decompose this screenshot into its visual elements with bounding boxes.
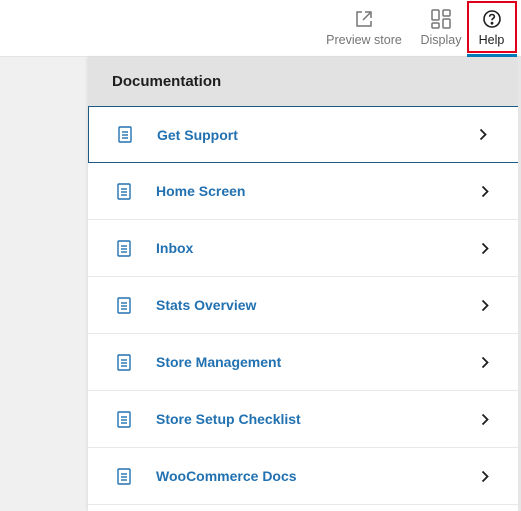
chevron-right-icon [480,469,490,483]
doc-item-store-management[interactable]: Store Management [88,334,520,391]
preview-store-label: Preview store [326,33,402,47]
chevron-right-icon [480,241,490,255]
doc-item-label: Home Screen [156,183,246,199]
doc-item-label: Store Management [156,354,282,370]
doc-item-label: Store Setup Checklist [156,411,301,427]
preview-store-button[interactable]: Preview store [322,0,406,57]
display-label: Display [420,33,462,47]
doc-item-get-support[interactable]: Get Support [88,106,519,163]
doc-item-store-setup-checklist[interactable]: Store Setup Checklist [88,391,520,448]
doc-item-label: Inbox [156,240,194,256]
doc-item-label: Get Support [157,126,238,143]
chevron-right-icon [480,184,490,198]
doc-item-inbox[interactable]: Inbox [88,220,520,277]
document-icon [116,239,132,257]
document-icon [116,296,132,314]
help-circle-icon [482,8,502,30]
chevron-right-icon [480,298,490,312]
panel-title: Documentation [88,57,520,106]
help-button[interactable]: Help [467,0,516,57]
document-icon [117,126,133,144]
chevron-right-icon [480,355,490,369]
top-bar: Preview store Display Help [0,0,521,57]
chevron-right-icon [478,128,488,142]
doc-item-home-screen[interactable]: Home Screen [88,163,520,220]
display-button[interactable]: Display [414,0,468,57]
doc-item-woocommerce-docs[interactable]: WooCommerce Docs [88,448,520,505]
documentation-list: Get Support Home Screen Inbox Stats Overvie… [88,106,520,505]
document-icon [116,182,132,200]
doc-item-stats-overview[interactable]: Stats Overview [88,277,520,334]
help-label: Help [478,33,505,47]
documentation-panel: Documentation Get Support Home Screen Inbo… [88,57,520,511]
doc-item-label: WooCommerce Docs [156,468,297,484]
document-icon [116,410,132,428]
chevron-right-icon [480,412,490,426]
page-background [0,57,88,511]
layout-icon [430,8,452,30]
document-icon [116,353,132,371]
external-link-icon [354,8,374,30]
doc-item-label: Stats Overview [156,297,257,313]
document-icon [116,467,132,485]
